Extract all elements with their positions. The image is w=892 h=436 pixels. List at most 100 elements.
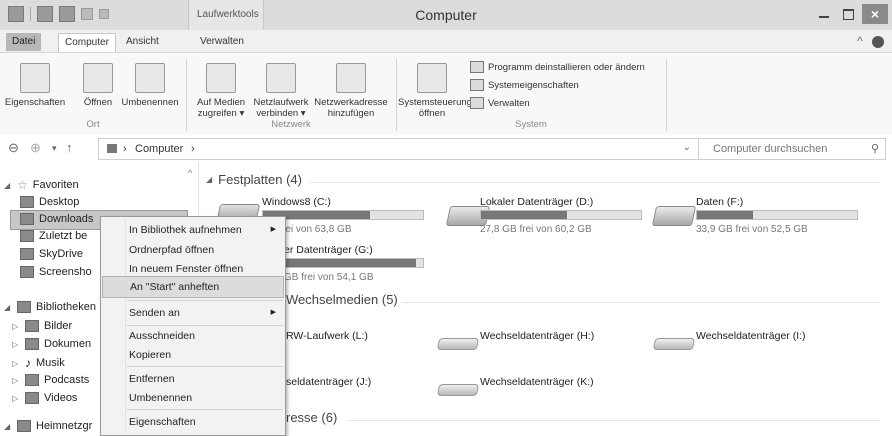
nav-bibliotheken[interactable]: ◢ Bibliotheken xyxy=(4,301,96,313)
removable-j[interactable]: seldatenträger (J:) xyxy=(286,376,371,388)
drive-g[interactable]: er Datenträger (G:) GB frei von 54,1 GB xyxy=(284,244,484,288)
drive-d[interactable]: Lokaler Datenträger (D:) 27,8 GB frei vo… xyxy=(480,196,680,240)
maximize-button[interactable] xyxy=(838,4,860,24)
context-menu: In Bibliothek aufnehmen ▶ Ordnerpfad öff… xyxy=(100,216,286,436)
umbenennen-button[interactable]: Umbenennen xyxy=(118,63,182,108)
collapsed-arrow-icon[interactable]: ▷ xyxy=(12,394,20,403)
submenu-arrow-icon: ▶ xyxy=(270,226,276,233)
breadcrumb-chevron[interactable]: › xyxy=(191,143,195,155)
maximize-icon xyxy=(843,9,854,20)
group-netzwerkadressen[interactable]: resse (6) xyxy=(286,410,337,425)
address-bar[interactable]: › Computer › ⌄ ↻ xyxy=(98,138,718,160)
homegroup-icon xyxy=(17,420,31,432)
nav-skydrive[interactable]: SkyDrive xyxy=(20,248,83,260)
usage-fill xyxy=(285,259,417,267)
pictures-icon xyxy=(25,320,39,332)
tab-verwalten[interactable]: Verwalten xyxy=(194,33,250,51)
collapsed-arrow-icon[interactable]: ▷ xyxy=(12,322,20,331)
oeffnen-button[interactable]: Öffnen xyxy=(80,63,116,108)
drive-f[interactable]: Daten (F:) 33,9 GB frei von 52,5 GB xyxy=(696,196,892,240)
podcasts-icon xyxy=(25,374,39,386)
usage-fill xyxy=(481,211,568,219)
scroll-up-arrow[interactable]: ^ xyxy=(188,168,192,178)
forward-button[interactable]: ⊕ xyxy=(30,140,41,156)
back-arrow-icon: ⊖ xyxy=(8,140,19,155)
auf-medien-zugreifen-button[interactable]: Auf Medien zugreifen ▾ xyxy=(190,63,252,119)
menu-separator xyxy=(127,409,283,410)
eigenschaften-button[interactable]: Eigenschaften xyxy=(2,63,68,108)
help-icon[interactable] xyxy=(872,35,884,48)
folder-icon xyxy=(20,266,34,278)
search-icon: ⚲ xyxy=(870,143,879,155)
programm-deinstallieren-button[interactable]: Programm deinstallieren oder ändern xyxy=(470,61,645,73)
open-folder-icon xyxy=(83,63,113,93)
recent-places-icon xyxy=(20,230,34,242)
music-icon: ♪ xyxy=(25,356,31,370)
nav-videos[interactable]: ▷ Videos xyxy=(12,392,77,404)
search-box[interactable]: Computer durchsuchen ⚲ xyxy=(698,138,886,160)
star-icon: ☆ xyxy=(17,178,28,192)
usage-bar xyxy=(284,258,424,268)
usage-bar xyxy=(696,210,858,220)
nav-zuletzt-besucht[interactable]: Zuletzt be xyxy=(20,230,87,242)
group-wechselmedien[interactable]: Wechselmedien (5) xyxy=(286,292,398,307)
nav-bilder[interactable]: ▷ Bilder xyxy=(12,320,72,332)
removable-h[interactable]: Wechseldatenträger (H:) xyxy=(480,330,594,342)
media-access-icon xyxy=(206,63,236,93)
menu-item-in-bibliothek-aufnehmen[interactable]: In Bibliothek aufnehmen ▶ xyxy=(102,220,284,240)
tab-computer[interactable]: Computer xyxy=(58,33,116,52)
collapsed-arrow-icon[interactable]: ▷ xyxy=(12,376,20,385)
menu-item-senden-an[interactable]: Senden an ▶ xyxy=(102,303,284,323)
group-festplatten[interactable]: ◢ Festplatten (4) xyxy=(206,172,302,187)
netzlaufwerk-verbinden-button[interactable]: Netzlaufwerk verbinden ▾ xyxy=(252,63,310,119)
nav-musik[interactable]: ▷ ♪ Musik xyxy=(12,356,65,370)
collapsed-arrow-icon[interactable]: ▷ xyxy=(12,359,20,368)
nav-screenshots[interactable]: Screensho xyxy=(20,266,92,278)
group-divider xyxy=(402,302,880,303)
minimize-button[interactable] xyxy=(814,4,836,24)
nav-dokumente[interactable]: ▷ Dokumen xyxy=(12,338,91,350)
menu-item-ordnerpfad-oeffnen[interactable]: Ordnerpfad öffnen xyxy=(102,240,284,260)
nav-desktop[interactable]: Desktop xyxy=(20,196,79,208)
close-button[interactable]: × xyxy=(862,4,888,24)
removable-l[interactable]: RW-Laufwerk (L:) xyxy=(286,330,368,342)
removable-drive-icon xyxy=(436,338,480,350)
menu-item-kopieren[interactable]: Kopieren xyxy=(102,345,284,365)
netzwerkadresse-hinzufuegen-button[interactable]: Netzwerkadresse hinzufügen xyxy=(310,63,392,119)
menu-item-umbenennen[interactable]: Umbenennen xyxy=(102,388,284,408)
menu-item-entfernen[interactable]: Entfernen xyxy=(102,369,284,389)
menu-item-eigenschaften[interactable]: Eigenschaften xyxy=(102,412,284,432)
removable-k[interactable]: Wechseldatenträger (K:) xyxy=(480,376,594,388)
removable-drive-icon xyxy=(652,338,696,350)
systemsteuerung-button[interactable]: Systemsteuerung öffnen xyxy=(398,63,472,119)
collapsed-arrow-icon[interactable]: ▷ xyxy=(12,340,20,349)
removable-i[interactable]: Wechseldatenträger (I:) xyxy=(696,330,806,342)
up-button[interactable]: ↑ xyxy=(66,140,73,155)
tab-datei[interactable]: Datei xyxy=(6,33,42,51)
minimize-icon xyxy=(819,16,829,18)
breadcrumb-computer[interactable]: Computer xyxy=(135,143,183,155)
drive-c[interactable]: Windows8 (C:) GB frei von 63,8 GB xyxy=(262,196,462,240)
group-divider xyxy=(666,59,667,131)
window-title: Computer xyxy=(415,7,477,23)
tab-ansicht[interactable]: Ansicht xyxy=(120,33,165,51)
nav-favoriten[interactable]: ◢ ☆ Favoriten xyxy=(4,178,79,192)
verwalten-button[interactable]: Verwalten xyxy=(470,97,530,109)
removable-drive-icon xyxy=(436,384,480,396)
menu-item-ausschneiden[interactable]: Ausschneiden xyxy=(102,326,284,346)
system-properties-icon xyxy=(470,79,484,91)
systemeigenschaften-button[interactable]: Systemeigenschaften xyxy=(470,79,579,91)
recent-locations-dropdown[interactable]: ▾ xyxy=(52,143,57,154)
desktop-icon xyxy=(20,196,34,208)
nav-heimnetzgruppe[interactable]: ◢ Heimnetzgr xyxy=(4,420,92,432)
submenu-arrow-icon: ▶ xyxy=(270,309,276,316)
menu-item-an-start-anheften[interactable]: An "Start" anheften xyxy=(102,276,284,298)
forward-arrow-icon: ⊕ xyxy=(30,140,41,155)
back-button[interactable]: ⊖ xyxy=(8,140,19,156)
collapse-ribbon-icon[interactable]: ^ xyxy=(857,34,863,48)
nav-podcasts[interactable]: ▷ Podcasts xyxy=(12,374,89,386)
cloud-icon xyxy=(20,248,34,260)
downloads-icon xyxy=(20,213,34,225)
address-dropdown-icon[interactable]: ⌄ xyxy=(683,142,691,153)
nav-downloads[interactable]: Downloads xyxy=(20,213,93,225)
